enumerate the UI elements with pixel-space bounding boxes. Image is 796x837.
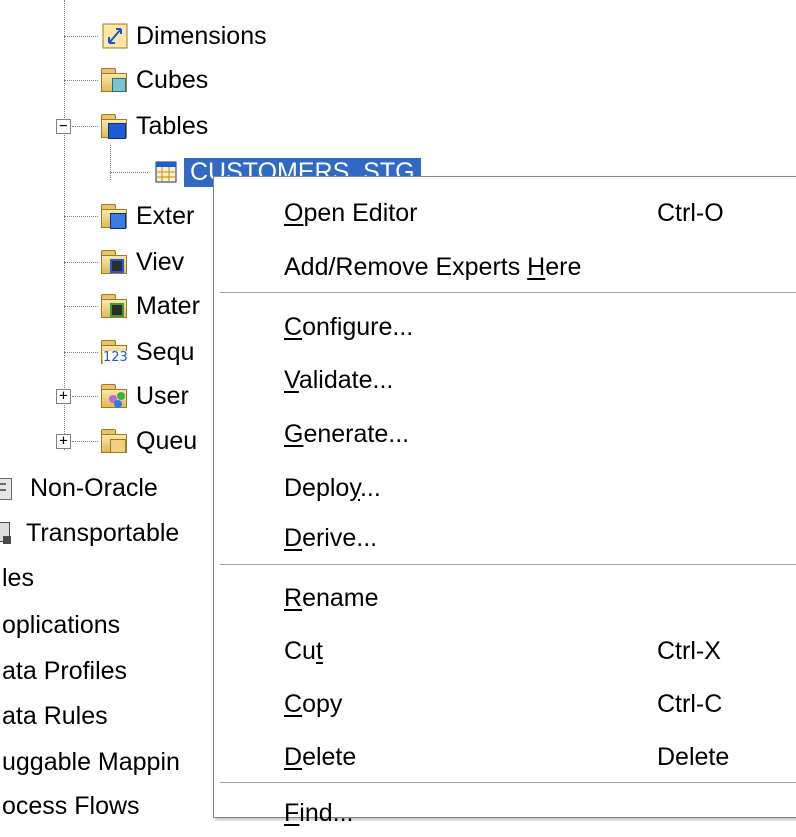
menu-item-generate[interactable]: Generate... bbox=[214, 410, 796, 458]
tree-item-label: Queu bbox=[136, 426, 198, 455]
tree-item-user-types[interactable]: User bbox=[100, 376, 189, 416]
tree-item-label: ocess Flows bbox=[2, 791, 140, 820]
tree-item-cubes[interactable]: Cubes bbox=[100, 60, 208, 100]
sequences-folder-icon: 123 bbox=[100, 337, 130, 367]
menu-item-label: Configure... bbox=[284, 312, 414, 341]
menu-item-configure[interactable]: Configure... bbox=[214, 303, 796, 351]
table-icon bbox=[150, 157, 180, 187]
menu-item-label: Rename bbox=[284, 583, 379, 612]
menu-item-add-remove-experts[interactable]: Add/Remove Experts Here bbox=[214, 243, 796, 291]
tree-item-label: Mater bbox=[136, 291, 200, 320]
tree-item-label: uggable Mappin bbox=[2, 747, 180, 776]
menu-separator bbox=[220, 564, 796, 566]
tree-item-non-oracle[interactable]: Non-Oracle bbox=[0, 468, 158, 508]
tree-item-label: Tables bbox=[136, 111, 209, 140]
cubes-folder-icon bbox=[100, 65, 130, 95]
tree-item-queues[interactable]: Queu bbox=[100, 421, 197, 461]
tree-item-files[interactable]: les bbox=[0, 558, 34, 598]
menu-item-label: Find... bbox=[284, 798, 354, 827]
tree-item-pluggable-mappings[interactable]: uggable Mappin bbox=[0, 742, 180, 782]
tree-item-data-rules[interactable]: ata Rules bbox=[0, 696, 108, 736]
menu-item-find[interactable]: Find... bbox=[214, 789, 796, 837]
tree-item-data-profiles[interactable]: ata Profiles bbox=[0, 651, 127, 691]
menu-item-label: Cut bbox=[284, 636, 323, 665]
menu-item-shortcut: Delete bbox=[657, 742, 730, 771]
menu-item-copy[interactable]: Copy Ctrl-C bbox=[214, 680, 796, 728]
tree-item-process-flows[interactable]: ocess Flows bbox=[0, 786, 140, 826]
menu-item-label: Deploy... bbox=[284, 473, 381, 502]
tree-item-label: Non-Oracle bbox=[30, 473, 158, 502]
external-tables-folder-icon bbox=[100, 201, 130, 231]
materialized-views-folder-icon bbox=[100, 291, 130, 321]
menu-item-shortcut: Ctrl-C bbox=[657, 689, 723, 718]
tree-item-label: Transportable bbox=[26, 518, 180, 547]
tree-item-transportable[interactable]: Transportable bbox=[0, 513, 179, 553]
menu-item-validate[interactable]: Validate... bbox=[214, 356, 796, 404]
menu-item-shortcut: Ctrl-X bbox=[657, 636, 721, 665]
tree-item-sequences[interactable]: 123 Sequ bbox=[100, 332, 194, 372]
tree-item-label: Viev bbox=[136, 247, 185, 276]
menu-separator bbox=[220, 782, 796, 784]
user-defined-types-folder-icon bbox=[100, 381, 130, 411]
menu-item-derive[interactable]: Derive... bbox=[214, 514, 796, 562]
context-menu: Open Editor Ctrl-O Add/Remove Experts He… bbox=[213, 176, 796, 827]
tree-item-label: Cubes bbox=[136, 65, 209, 94]
menu-item-label: Copy bbox=[284, 689, 343, 718]
menu-item-label: Open Editor bbox=[284, 198, 418, 227]
tree-item-views[interactable]: Viev bbox=[100, 242, 184, 282]
tables-folder-icon bbox=[100, 111, 130, 141]
expand-user-types-icon[interactable]: + bbox=[56, 389, 71, 404]
tree-item-label: oplications bbox=[2, 610, 121, 639]
tree-item-tables[interactable]: Tables bbox=[100, 106, 208, 146]
tree-item-dimensions[interactable]: Dimensions bbox=[100, 16, 267, 56]
queues-folder-icon bbox=[100, 426, 130, 456]
tree-item-label: ata Rules bbox=[2, 701, 108, 730]
tree-item-label: ata Profiles bbox=[2, 656, 128, 685]
menu-item-shortcut: Ctrl-O bbox=[657, 198, 724, 227]
collapse-tables-icon[interactable]: − bbox=[56, 119, 71, 134]
menu-item-label: Delete bbox=[284, 742, 357, 771]
dimensions-folder-icon bbox=[100, 21, 130, 51]
non-oracle-icon bbox=[0, 473, 16, 503]
views-folder-icon bbox=[100, 247, 130, 277]
tree-item-external-tables[interactable]: Exter bbox=[100, 196, 194, 236]
transportable-icon bbox=[0, 518, 16, 548]
tree-item-materialized-views[interactable]: Mater bbox=[100, 286, 200, 326]
menu-item-delete[interactable]: Delete Delete bbox=[214, 733, 796, 781]
menu-item-cut[interactable]: Cut Ctrl-X bbox=[214, 627, 796, 675]
tree-item-label: Dimensions bbox=[136, 21, 267, 50]
menu-item-rename[interactable]: Rename bbox=[214, 574, 796, 622]
tree-item-label: Exter bbox=[136, 201, 195, 230]
menu-separator bbox=[220, 292, 796, 294]
tree-item-label: User bbox=[136, 381, 189, 410]
menu-item-open-editor[interactable]: Open Editor Ctrl-O bbox=[214, 189, 796, 237]
menu-item-deploy[interactable]: Deploy... bbox=[214, 464, 796, 512]
menu-item-label: Generate... bbox=[284, 419, 410, 448]
menu-item-label: Add/Remove Experts Here bbox=[284, 252, 582, 281]
tree-item-label: les bbox=[2, 563, 34, 592]
tree-item-applications[interactable]: oplications bbox=[0, 605, 120, 645]
menu-item-label: Validate... bbox=[284, 365, 394, 394]
menu-item-label: Derive... bbox=[284, 523, 378, 552]
expand-queues-icon[interactable]: + bbox=[56, 434, 71, 449]
tree-item-label: Sequ bbox=[136, 337, 195, 366]
